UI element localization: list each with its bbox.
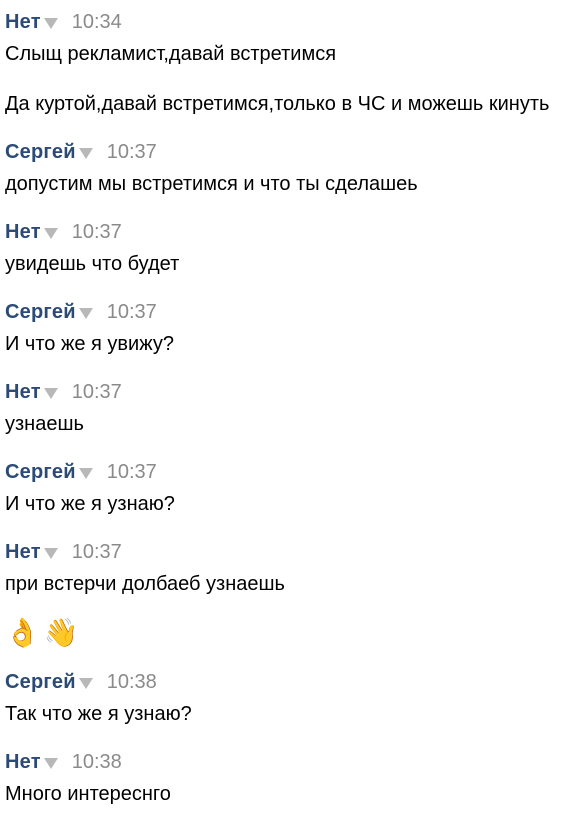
author-name[interactable]: Нет <box>5 11 41 34</box>
message-time: 10:38 <box>106 670 157 693</box>
message-time: 10:37 <box>106 460 157 483</box>
chevron-down-icon[interactable] <box>43 388 58 399</box>
message-time: 10:38 <box>71 750 122 773</box>
message-text: Много интереснго <box>5 783 171 805</box>
chat-history: Нет 10:34 Слыщ рекламист,давай встретимс… <box>5 0 570 814</box>
author-name[interactable]: Сергей <box>5 141 76 164</box>
message-text: И что же я узнаю? <box>5 493 175 515</box>
chevron-down-icon[interactable] <box>78 678 93 689</box>
chevron-down-icon[interactable] <box>43 758 58 769</box>
waving-hand-icon: 👋 <box>43 616 79 649</box>
author-name[interactable]: Нет <box>5 381 41 404</box>
ok-hand-icon: 👌 <box>5 616 40 649</box>
message-text: Так что же я узнаю? <box>5 703 192 725</box>
chevron-down-icon[interactable] <box>43 18 58 29</box>
message-text: при встерчи долбаеб узнаешь <box>5 573 285 595</box>
message-time: 10:34 <box>71 10 122 33</box>
message-header: Нет 10:37 <box>5 538 122 566</box>
message-header: Сергей 10:37 <box>5 138 157 166</box>
chevron-down-icon[interactable] <box>43 548 58 559</box>
message-text: допустим мы встретимся и что ты сделашеь <box>5 173 418 195</box>
chevron-down-icon[interactable] <box>78 148 93 159</box>
emoji-row: 👌 👋 <box>5 614 83 652</box>
author-name[interactable]: Нет <box>5 541 41 564</box>
message-time: 10:37 <box>106 300 157 323</box>
message-text: узнаешь <box>5 413 84 435</box>
author-name[interactable]: Нет <box>5 221 41 244</box>
chevron-down-icon[interactable] <box>78 308 93 319</box>
author-name[interactable]: Нет <box>5 751 41 774</box>
chevron-down-icon[interactable] <box>78 468 93 479</box>
message-header: Нет 10:34 <box>5 8 122 36</box>
message-header: Сергей 10:37 <box>5 298 157 326</box>
message-header: Сергей 10:38 <box>5 668 157 696</box>
message-header: Нет 10:37 <box>5 378 122 406</box>
author-name[interactable]: Сергей <box>5 301 76 324</box>
message-header: Нет 10:38 <box>5 748 122 776</box>
author-name[interactable]: Сергей <box>5 671 76 694</box>
message-time: 10:37 <box>71 220 122 243</box>
message-header: Нет 10:37 <box>5 218 122 246</box>
message-text: Слыщ рекламист,давай встретимся <box>5 43 337 65</box>
message-text: увидешь что будет <box>5 253 180 275</box>
message-time: 10:37 <box>71 540 122 563</box>
message-header: Сергей 10:37 <box>5 458 157 486</box>
message-time: 10:37 <box>106 140 157 163</box>
message-text: Да куртой,давай встретимся,только в ЧС и… <box>5 93 550 115</box>
chevron-down-icon[interactable] <box>43 228 58 239</box>
message-time: 10:37 <box>71 380 122 403</box>
message-text: И что же я увижу? <box>5 333 174 355</box>
author-name[interactable]: Сергей <box>5 461 76 484</box>
